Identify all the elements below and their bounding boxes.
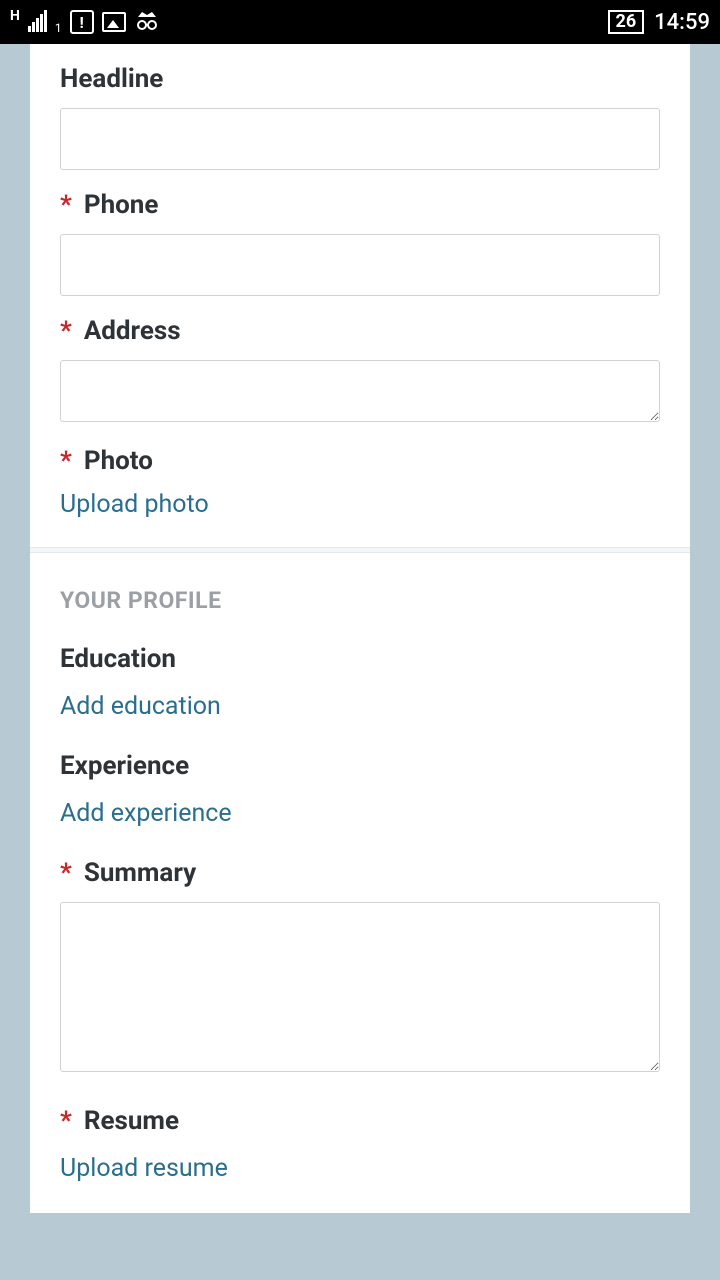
summary-label: Summary (84, 858, 196, 888)
education-label: Education (60, 644, 660, 674)
sim-slot-indicator: 1 (55, 21, 62, 35)
experience-label: Experience (60, 751, 660, 781)
add-education-link[interactable]: Add education (60, 692, 221, 721)
alert-icon: ! (70, 10, 94, 34)
your-profile-heading: YOUR PROFILE (60, 553, 660, 614)
summary-input[interactable] (60, 902, 660, 1072)
form-card: Headline * Phone * Address * Photo Uploa… (30, 44, 690, 1213)
phone-group: * Phone (60, 170, 660, 296)
resume-group: * Resume Upload resume (60, 1076, 660, 1183)
required-star-icon: * (60, 1106, 72, 1136)
incognito-icon (134, 9, 160, 36)
signal-bars-icon (28, 12, 47, 32)
education-group: Education Add education (60, 614, 660, 721)
address-label: Address (84, 316, 181, 346)
image-icon (102, 12, 126, 32)
required-star-icon: * (60, 858, 72, 888)
resume-label: Resume (84, 1106, 179, 1136)
required-star-icon: * (60, 190, 72, 220)
page-background: Headline * Phone * Address * Photo Uploa… (0, 44, 720, 1213)
clock: 14:59 (654, 10, 710, 35)
headline-group: Headline (60, 44, 660, 170)
required-star-icon: * (60, 316, 72, 346)
photo-group: * Photo Upload photo (60, 426, 660, 519)
network-type-indicator: H (10, 8, 20, 24)
photo-label: Photo (84, 446, 153, 476)
upload-resume-link[interactable]: Upload resume (60, 1154, 228, 1183)
headline-label: Headline (60, 64, 163, 94)
status-right: 26 14:59 (608, 10, 710, 35)
required-star-icon: * (60, 446, 72, 476)
summary-group: * Summary (60, 828, 660, 1076)
status-left: H 1 ! (10, 9, 160, 36)
status-bar: H 1 ! 26 14:59 (0, 0, 720, 44)
phone-label: Phone (84, 190, 159, 220)
experience-group: Experience Add experience (60, 721, 660, 828)
headline-input[interactable] (60, 108, 660, 170)
upload-photo-link[interactable]: Upload photo (60, 490, 209, 519)
add-experience-link[interactable]: Add experience (60, 799, 232, 828)
address-group: * Address (60, 296, 660, 426)
battery-indicator: 26 (608, 10, 645, 34)
phone-input[interactable] (60, 234, 660, 296)
address-input[interactable] (60, 360, 660, 422)
